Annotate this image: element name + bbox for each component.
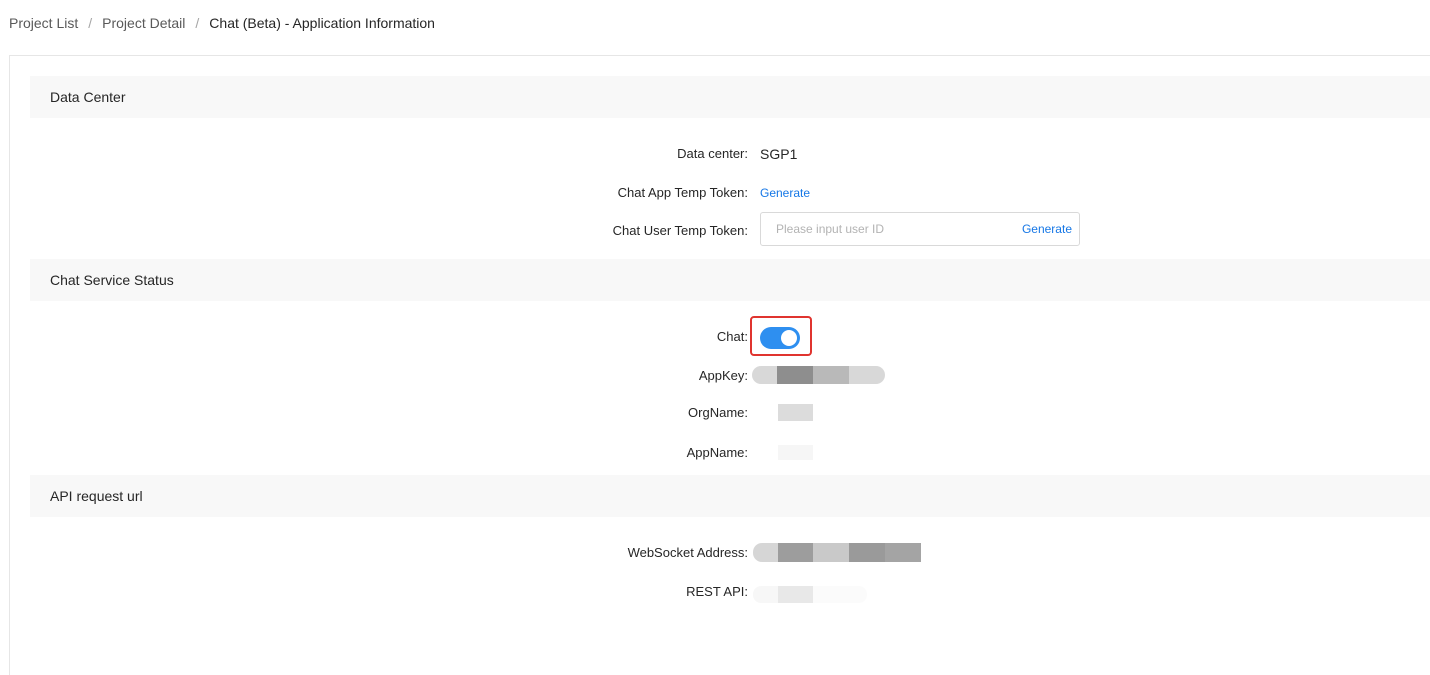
data-center-label: Data center: — [677, 146, 748, 161]
websocket-address-redacted — [753, 543, 921, 562]
rest-api-label: REST API: — [686, 584, 748, 599]
section-header-chat-service-status: Chat Service Status — [30, 259, 1430, 301]
breadcrumb-current: Chat (Beta) - Application Information — [209, 15, 435, 31]
chat-label: Chat: — [716, 329, 748, 344]
appkey-redacted — [752, 366, 885, 384]
orgname-redacted — [778, 404, 813, 421]
orgname-label: OrgName: — [688, 405, 748, 420]
app-temp-token-label: Chat App Temp Token: — [617, 185, 748, 200]
row-orgname: OrgName: — [0, 401, 1430, 425]
row-user-temp-token: Chat User Temp Token: Generate — [0, 212, 1430, 246]
appname-redacted — [778, 445, 813, 460]
breadcrumb: Project List / Project Detail / Chat (Be… — [9, 13, 435, 33]
row-rest-api: REST API: — [0, 580, 1430, 604]
row-data-center: Data center: SGP1 — [0, 142, 1430, 166]
generate-app-token-button[interactable]: Generate — [760, 186, 810, 200]
chat-service-toggle[interactable] — [760, 327, 800, 349]
app-temp-token-value: Generate — [760, 181, 810, 205]
generate-user-token-button[interactable]: Generate — [1022, 222, 1072, 236]
user-id-input-group: Generate — [760, 212, 1080, 246]
breadcrumb-separator: / — [88, 15, 93, 31]
websocket-address-label: WebSocket Address: — [627, 545, 748, 560]
rest-api-redacted — [753, 586, 867, 603]
row-app-temp-token: Chat App Temp Token: Generate — [0, 181, 1430, 205]
breadcrumb-project-list[interactable]: Project List — [9, 15, 78, 31]
row-appkey: AppKey: — [0, 364, 1430, 388]
breadcrumb-separator: / — [195, 15, 200, 31]
breadcrumb-project-detail[interactable]: Project Detail — [102, 15, 185, 31]
appkey-label: AppKey: — [698, 368, 748, 383]
row-appname: AppName: — [0, 441, 1430, 465]
section-header-data-center: Data Center — [30, 76, 1430, 118]
row-websocket-address: WebSocket Address: — [0, 541, 1430, 565]
user-temp-token-label: Chat User Temp Token: — [612, 223, 748, 238]
appname-label: AppName: — [686, 445, 748, 460]
data-center-value: SGP1 — [760, 146, 798, 162]
user-id-input[interactable] — [761, 213, 1022, 245]
toggle-knob — [781, 330, 797, 346]
section-header-api-request-url: API request url — [30, 475, 1430, 517]
row-chat-toggle: Chat: — [0, 325, 1430, 349]
